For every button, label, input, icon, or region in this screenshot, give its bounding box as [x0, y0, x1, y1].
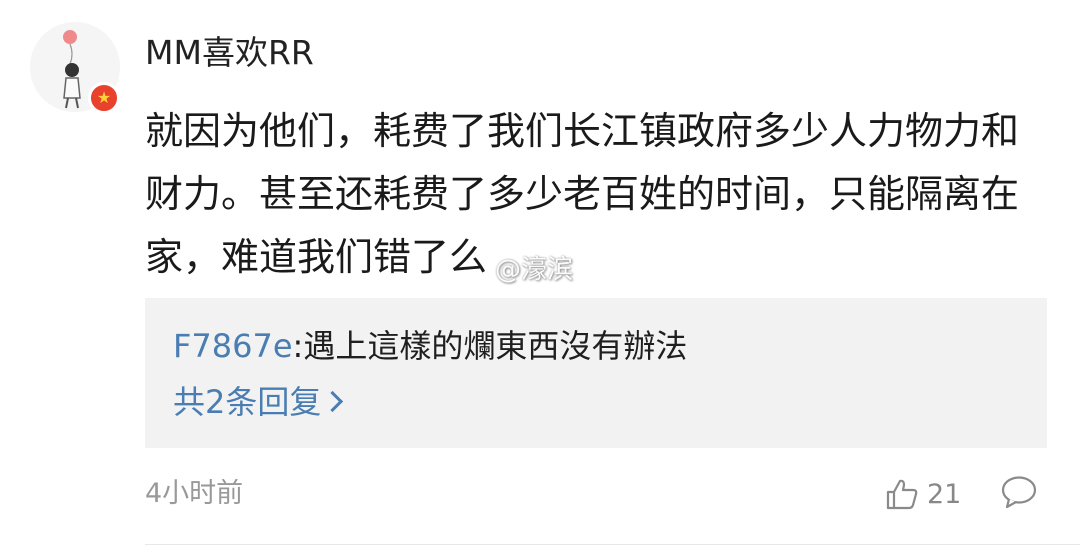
thumbs-up-icon	[886, 479, 918, 510]
reply-text: :遇上這樣的爛東西沒有辦法	[292, 327, 688, 365]
reply-preview[interactable]: F7867e:遇上這樣的爛東西沒有辦法 共2条回复	[145, 298, 1047, 448]
like-count: 21	[927, 478, 962, 510]
comment-bubble-icon	[1001, 476, 1037, 509]
view-replies-label: 共2条回复	[173, 383, 322, 421]
timestamp: 4小时前	[145, 478, 244, 509]
verified-badge-icon: ★	[88, 82, 120, 114]
view-replies-link[interactable]: 共2条回复	[173, 378, 344, 426]
reply-author[interactable]: F7867e	[173, 327, 293, 365]
divider	[145, 544, 1080, 545]
comment-text: 就因为他们，耗费了我们长江镇政府多少人力物力和财力。甚至还耗费了多少老百姓的时间…	[145, 109, 1020, 279]
username[interactable]: MM喜欢RR	[145, 30, 314, 76]
comment-item: ★ MM喜欢RR 就因为他们，耗费了我们长江镇政府多少人力物力和财力。甚至还耗费…	[0, 0, 1080, 550]
chevron-right-icon	[322, 390, 344, 413]
like-button[interactable]: 21	[885, 475, 961, 513]
reply-button[interactable]	[1000, 474, 1038, 514]
watermark: @濠滨	[495, 255, 574, 285]
reply-line: F7867e:遇上這樣的爛東西沒有辦法	[173, 322, 687, 370]
